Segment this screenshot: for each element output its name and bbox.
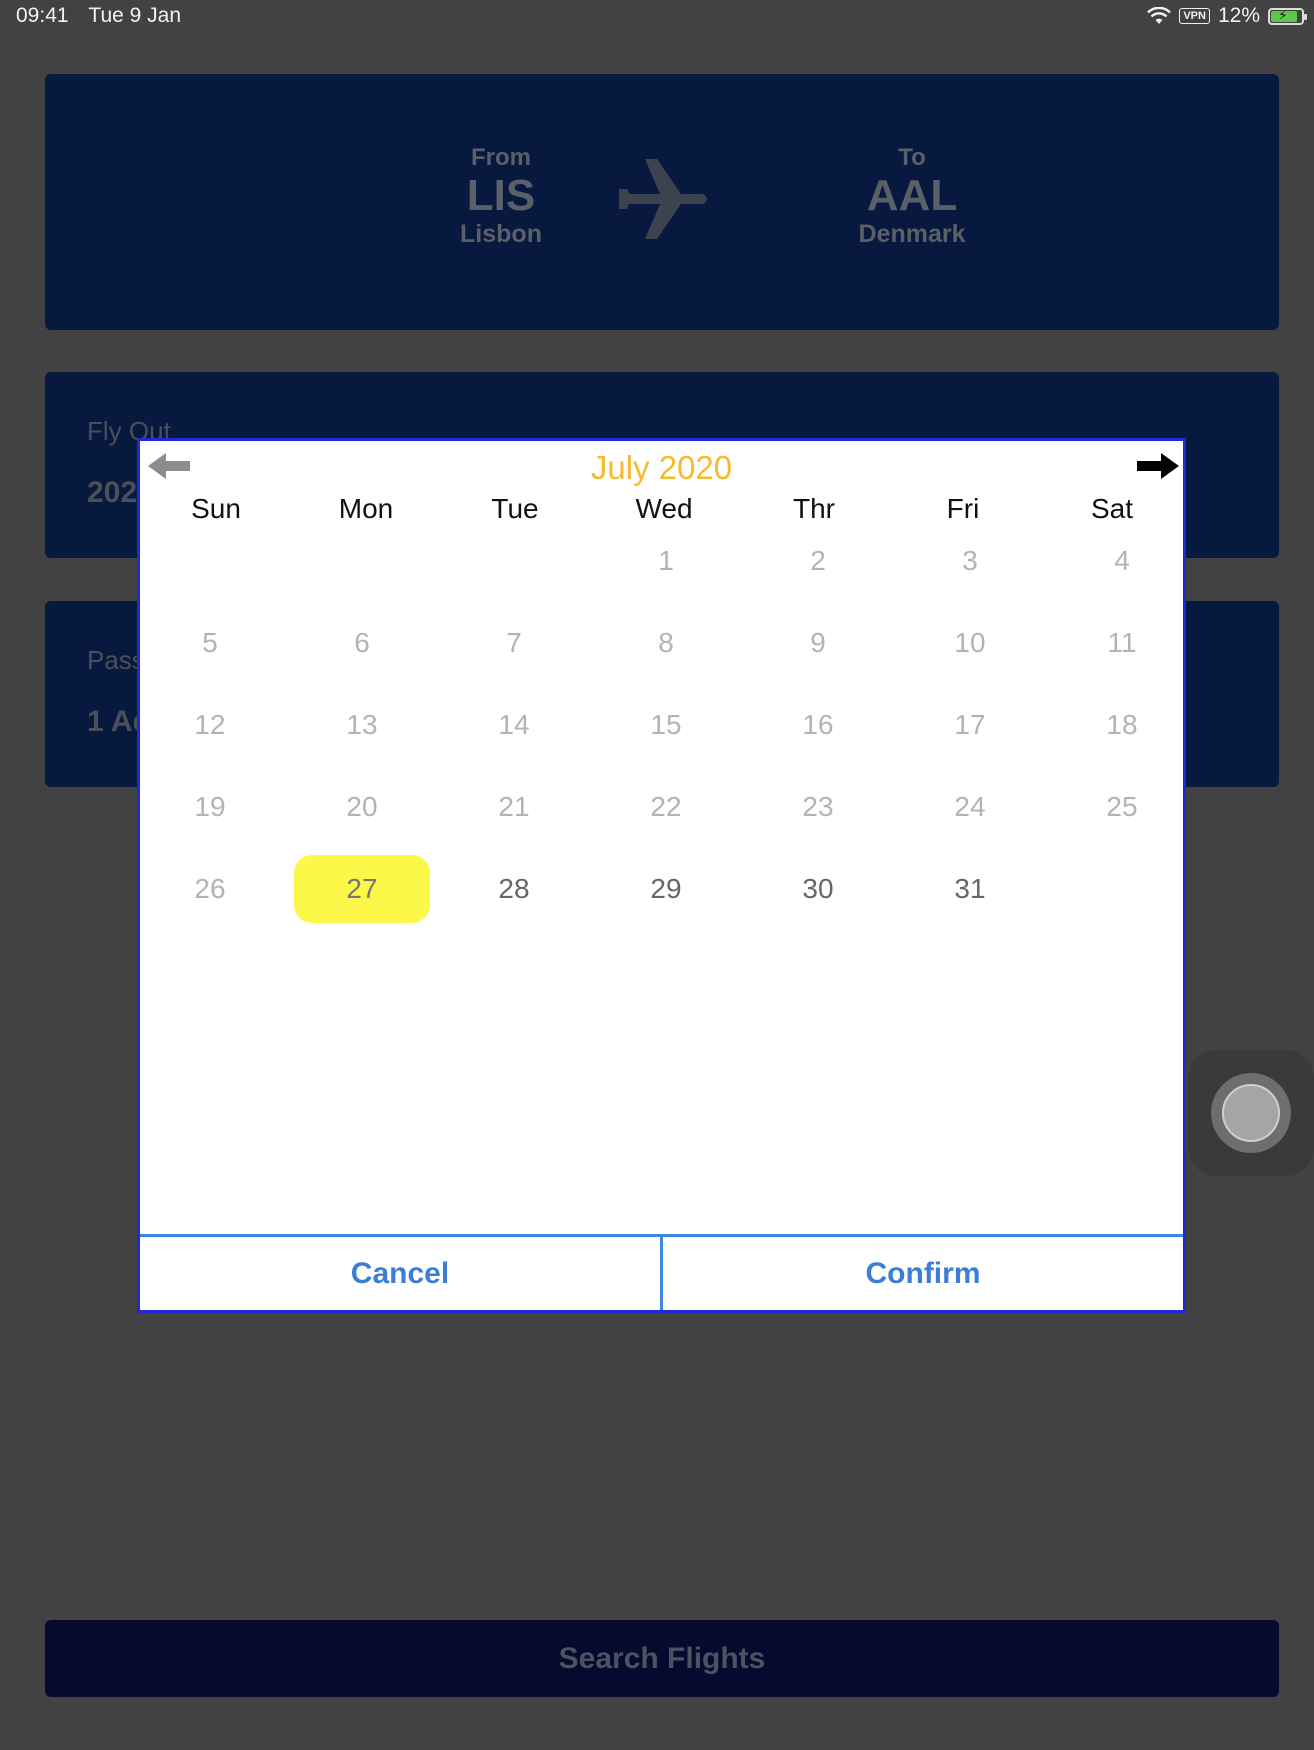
- calendar-day: 7: [506, 627, 522, 658]
- calendar-day: 5: [202, 627, 218, 658]
- calendar-day: 11: [1107, 627, 1137, 658]
- calendar-day: 6: [354, 627, 370, 658]
- status-bar: 09:41 Tue 9 Jan VPN 12% ⚡: [0, 0, 1314, 32]
- destination-airport[interactable]: To AAL Denmark: [812, 144, 1012, 249]
- calendar-day[interactable]: 29: [598, 855, 734, 923]
- route-card[interactable]: From LIS Lisbon To AAL Denmark: [45, 74, 1279, 330]
- confirm-button[interactable]: Confirm: [660, 1237, 1183, 1310]
- calendar-day: 20: [346, 791, 378, 822]
- calendar-day: 21: [498, 791, 530, 822]
- date-picker-dialog: July 2020 Sun Mon Tue Wed Thr Fri Sat 12345678…: [137, 438, 1186, 1313]
- calendar-day: 15: [650, 709, 682, 740]
- vpn-badge: VPN: [1179, 8, 1210, 24]
- calendar-day: 12: [194, 709, 226, 740]
- status-left: 09:41 Tue 9 Jan: [16, 4, 181, 28]
- origin-airport[interactable]: From LIS Lisbon: [401, 144, 601, 249]
- calendar-day: 26: [194, 873, 226, 904]
- destination-label: To: [898, 144, 926, 171]
- screen: 09:41 Tue 9 Jan VPN 12% ⚡ From LIS Lisbo…: [0, 0, 1314, 1750]
- airplane-icon: [619, 159, 707, 239]
- calendar-day: 22: [650, 791, 682, 822]
- destination-code: AAL: [866, 171, 958, 220]
- calendar-day: 24: [954, 791, 986, 822]
- calendar-month-title: July 2020: [590, 449, 733, 486]
- calendar-day[interactable]: 28: [446, 855, 582, 923]
- calendar-day: 23: [802, 791, 834, 822]
- calendar-day-selected[interactable]: 27: [294, 855, 430, 923]
- calendar-day: 16: [802, 709, 834, 740]
- assistive-touch-icon: [1222, 1084, 1280, 1142]
- search-flights-button[interactable]: Search Flights: [45, 1620, 1279, 1697]
- calendar-day: 13: [346, 709, 378, 740]
- calendar-day: 10: [954, 627, 986, 658]
- weekday-sat: Sat: [1090, 493, 1134, 524]
- calendar-day: 25: [1106, 791, 1138, 822]
- calendar-day: 2: [810, 545, 826, 576]
- weekday-wed: Wed: [635, 493, 693, 524]
- destination-city: Denmark: [858, 220, 966, 248]
- weekday-mon: Mon: [338, 493, 394, 524]
- fly-out-value: 202: [87, 476, 138, 509]
- calendar-day[interactable]: 30: [750, 855, 886, 923]
- origin-city: Lisbon: [460, 220, 542, 248]
- calendar-day: 17: [954, 709, 986, 740]
- calendar-day: 9: [810, 627, 826, 658]
- calendar-day: 14: [498, 709, 530, 740]
- calendar-day: 19: [194, 791, 226, 822]
- arrow-right-icon[interactable]: [1135, 451, 1179, 481]
- dialog-footer: Cancel Confirm: [140, 1234, 1183, 1310]
- battery-percent: 12%: [1217, 4, 1260, 27]
- calendar-day: 3: [962, 545, 978, 576]
- arrow-left-icon[interactable]: [148, 451, 192, 481]
- cancel-button[interactable]: Cancel: [140, 1237, 660, 1310]
- weekday-fri: Fri: [946, 493, 980, 524]
- wifi-icon: [1147, 7, 1172, 24]
- calendar-day: 18: [1106, 709, 1138, 740]
- status-right: VPN 12% ⚡: [1147, 4, 1307, 28]
- origin-code: LIS: [466, 171, 536, 220]
- weekday-sun: Sun: [191, 493, 241, 524]
- status-time: 09:41: [16, 4, 69, 27]
- assistive-touch-button[interactable]: [1188, 1050, 1314, 1176]
- calendar-day: 4: [1114, 545, 1130, 576]
- battery-icon: ⚡: [1268, 7, 1307, 25]
- calendar-day[interactable]: 31: [902, 855, 1038, 923]
- calendar-day: 8: [658, 627, 674, 658]
- calendar-day: 1: [658, 545, 674, 576]
- origin-label: From: [471, 144, 531, 171]
- weekday-thr: Thr: [793, 493, 835, 524]
- status-date: Tue 9 Jan: [88, 4, 182, 27]
- weekday-tue: Tue: [491, 493, 539, 524]
- assistive-touch-ring: [1211, 1073, 1291, 1153]
